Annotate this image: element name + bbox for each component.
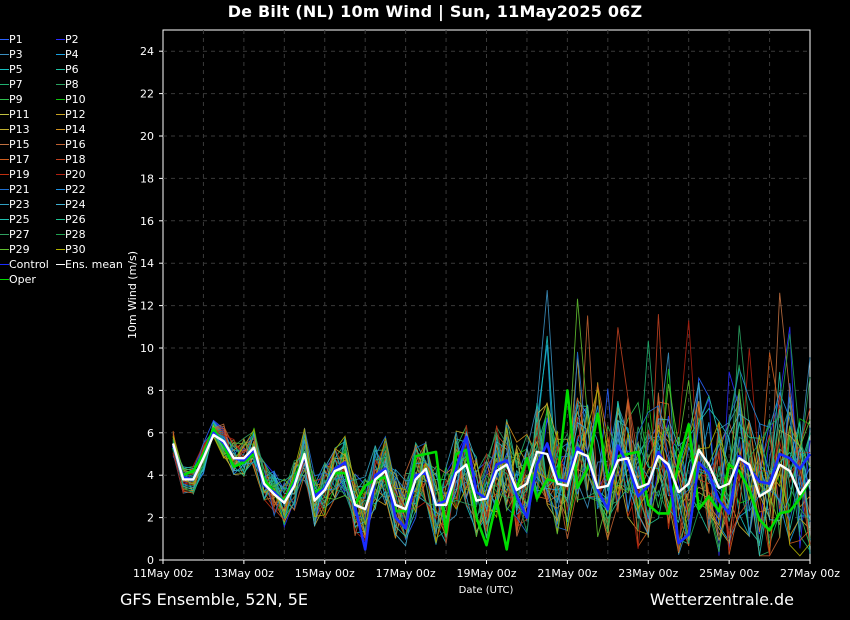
legend-label: P8 bbox=[65, 78, 79, 91]
y-tick-label: 12 bbox=[140, 300, 154, 313]
legend-label: P18 bbox=[65, 153, 86, 166]
legend-swatch bbox=[0, 114, 9, 115]
legend-swatch bbox=[56, 144, 65, 145]
legend-swatch bbox=[0, 39, 9, 40]
legend-swatch bbox=[56, 39, 65, 40]
model-source-label: GFS Ensemble, 52N, 5E bbox=[120, 590, 308, 609]
legend-label: P9 bbox=[9, 93, 23, 106]
legend-swatch bbox=[0, 69, 9, 70]
legend-label: P14 bbox=[65, 123, 86, 136]
legend-swatch bbox=[56, 234, 65, 235]
legend-swatch bbox=[56, 264, 65, 265]
x-tick-label: 17May 00z bbox=[376, 567, 436, 580]
y-tick-label: 8 bbox=[147, 384, 154, 397]
y-tick-label: 14 bbox=[140, 257, 154, 270]
y-tick-label: 18 bbox=[140, 172, 154, 185]
legend-label: P23 bbox=[9, 198, 30, 211]
legend-swatch bbox=[56, 204, 65, 205]
x-tick-label: 11May 00z bbox=[133, 567, 193, 580]
y-tick-label: 6 bbox=[147, 427, 154, 440]
legend-swatch bbox=[0, 204, 9, 205]
y-tick-label: 16 bbox=[140, 215, 154, 228]
legend-swatch bbox=[0, 159, 9, 160]
legend-label: P28 bbox=[65, 228, 86, 241]
legend-label: P2 bbox=[65, 33, 79, 46]
legend-swatch bbox=[0, 99, 9, 100]
site-credit: Wetterzentrale.de bbox=[649, 590, 794, 609]
legend-label: P29 bbox=[9, 243, 30, 256]
legend-label: P15 bbox=[9, 138, 30, 151]
legend-label: Oper bbox=[9, 273, 36, 286]
x-tick-label: 13May 00z bbox=[214, 567, 274, 580]
legend-label: P25 bbox=[9, 213, 30, 226]
legend-label: P6 bbox=[65, 63, 79, 76]
legend-label: P24 bbox=[65, 198, 86, 211]
legend-swatch bbox=[0, 249, 9, 250]
legend-label: P27 bbox=[9, 228, 30, 241]
legend-swatch bbox=[0, 84, 9, 85]
legend-swatch bbox=[56, 249, 65, 250]
legend-label: P19 bbox=[9, 168, 30, 181]
legend-label: P11 bbox=[9, 108, 30, 121]
legend-swatch bbox=[56, 129, 65, 130]
legend-label: P26 bbox=[65, 213, 86, 226]
legend-swatch bbox=[0, 129, 9, 130]
legend-swatch bbox=[56, 174, 65, 175]
legend-label: P16 bbox=[65, 138, 86, 151]
x-tick-label: 19May 00z bbox=[456, 567, 516, 580]
legend-label: P3 bbox=[9, 48, 23, 61]
x-axis-label: Date (UTC) bbox=[459, 585, 514, 596]
legend-label: P21 bbox=[9, 183, 30, 196]
ensemble-member-lines bbox=[172, 290, 811, 557]
ensemble-member-line bbox=[172, 351, 811, 537]
y-tick-label: 20 bbox=[140, 130, 154, 143]
legend-swatch bbox=[56, 159, 65, 160]
legend-swatch bbox=[56, 99, 65, 100]
legend-label: P17 bbox=[9, 153, 30, 166]
legend-label: P10 bbox=[65, 93, 86, 106]
legend-label: P13 bbox=[9, 123, 30, 136]
legend-label: P20 bbox=[65, 168, 86, 181]
legend-label: P22 bbox=[65, 183, 86, 196]
wind-ensemble-chart: 02468101214161820222411May 00z 13May 00z 1… bbox=[126, 29, 840, 596]
y-tick-label: 0 bbox=[147, 554, 154, 567]
y-tick-label: 10 bbox=[140, 342, 154, 355]
x-tick-label: 27May 00z bbox=[780, 567, 840, 580]
legend-swatch bbox=[0, 219, 9, 220]
x-tick-label: 15May 00z bbox=[295, 567, 355, 580]
legend-swatch bbox=[56, 84, 65, 85]
y-tick-label: 22 bbox=[140, 88, 154, 101]
legend-label: P4 bbox=[65, 48, 79, 61]
x-tick-label: 25May 00z bbox=[699, 567, 759, 580]
chart-title: De Bilt (NL) 10m Wind | Sun, 11May2025 0… bbox=[227, 2, 643, 21]
legend-label: Ens. mean bbox=[65, 258, 123, 271]
x-tick-label: 21May 00z bbox=[537, 567, 597, 580]
legend-swatch bbox=[0, 234, 9, 235]
legend-label: P30 bbox=[65, 243, 86, 256]
legend-swatch bbox=[56, 69, 65, 70]
legend-label: P7 bbox=[9, 78, 23, 91]
x-tick-label: 23May 00z bbox=[618, 567, 678, 580]
legend-swatch bbox=[0, 264, 9, 265]
legend-swatch bbox=[56, 114, 65, 115]
legend-label: P1 bbox=[9, 33, 23, 46]
legend-swatch bbox=[56, 219, 65, 220]
legend-swatch bbox=[0, 174, 9, 175]
y-axis-label: 10m Wind (m/s) bbox=[126, 251, 139, 339]
legend-swatch bbox=[0, 54, 9, 55]
legend-label: P12 bbox=[65, 108, 86, 121]
legend-swatch bbox=[0, 189, 9, 190]
legend-swatch bbox=[0, 279, 9, 280]
legend-swatch bbox=[56, 54, 65, 55]
y-tick-label: 24 bbox=[140, 45, 154, 58]
legend-label: Control bbox=[9, 258, 49, 271]
y-tick-label: 2 bbox=[147, 512, 154, 525]
y-tick-label: 4 bbox=[147, 469, 154, 482]
legend-swatch bbox=[56, 189, 65, 190]
legend-label: P5 bbox=[9, 63, 23, 76]
legend-swatch bbox=[0, 144, 9, 145]
